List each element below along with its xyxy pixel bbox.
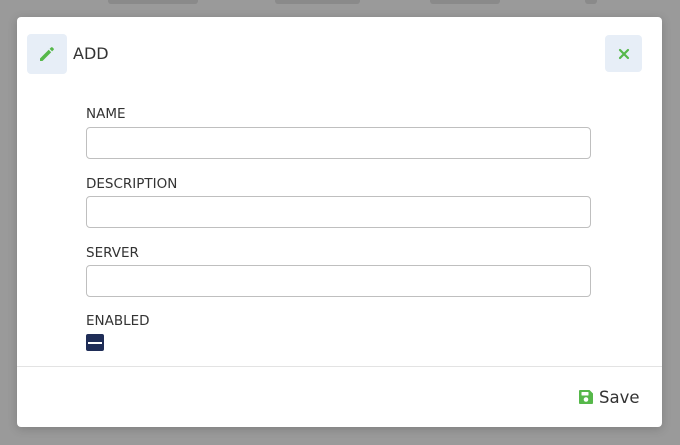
server-label: SERVER	[86, 245, 139, 261]
save-label: Save	[599, 387, 640, 407]
name-input[interactable]	[86, 127, 591, 159]
background-element	[585, 0, 597, 4]
close-button[interactable]	[605, 35, 642, 72]
background-element	[275, 0, 360, 4]
footer-divider	[17, 366, 662, 367]
background-element	[430, 0, 500, 4]
dialog-header: ADD	[17, 17, 662, 91]
close-icon	[618, 48, 629, 59]
save-button[interactable]: Save	[578, 386, 640, 408]
server-input[interactable]	[86, 265, 591, 297]
floppy-disk-icon	[579, 390, 593, 404]
enabled-checkbox[interactable]	[86, 334, 104, 351]
indeterminate-dash-icon	[88, 341, 102, 344]
enabled-label: ENABLED	[86, 313, 150, 329]
pencil-icon	[27, 34, 67, 74]
description-label: DESCRIPTION	[86, 176, 178, 192]
background-element	[108, 0, 198, 4]
description-input[interactable]	[86, 196, 591, 228]
dialog-title: ADD	[73, 44, 109, 63]
name-label: NAME	[86, 106, 126, 122]
add-dialog: ADD NAME DESCRIPTION SERVER ENABLED Save	[17, 17, 662, 427]
